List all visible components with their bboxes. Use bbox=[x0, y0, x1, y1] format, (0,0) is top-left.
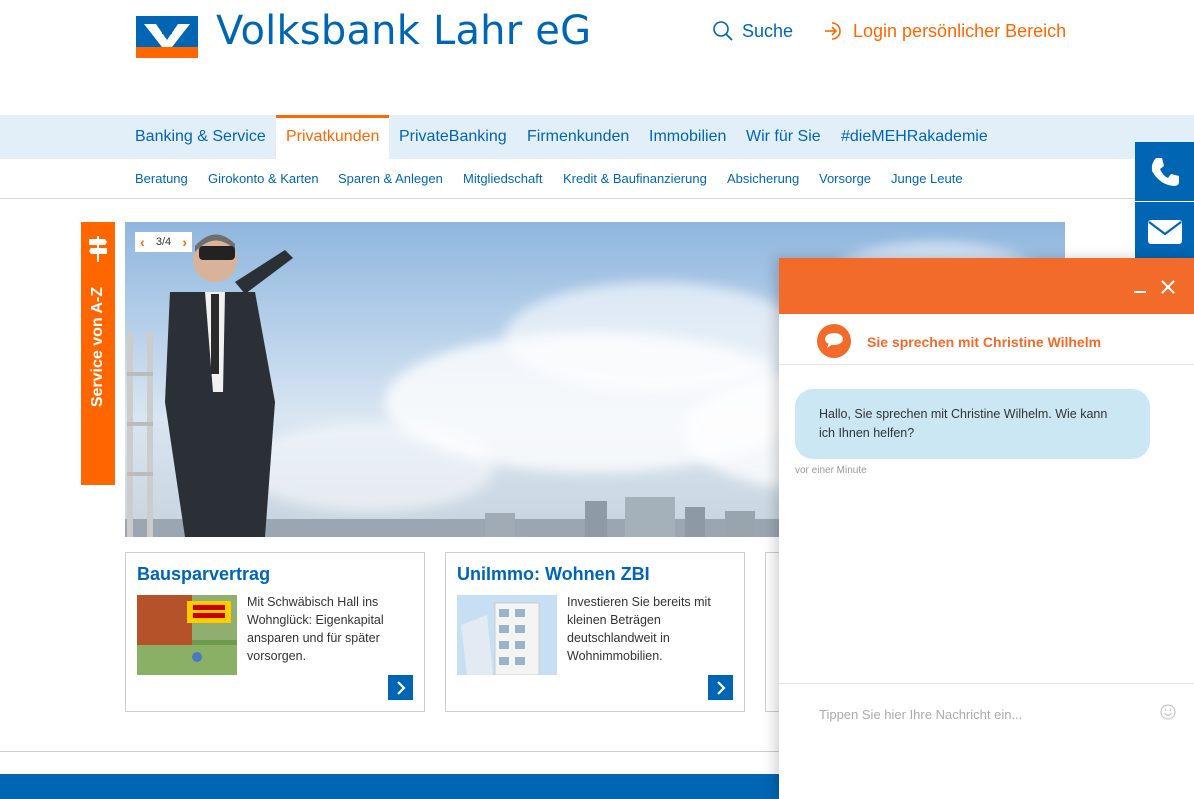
service-az-tab[interactable]: Service von A-Z bbox=[81, 222, 115, 485]
brand-name[interactable]: Volksbank Lahr eG bbox=[216, 8, 591, 54]
site-header: Volksbank Lahr eG Suche Login persönlich… bbox=[0, 0, 1194, 115]
subnav-item-vorsorge[interactable]: Vorsorge bbox=[819, 171, 871, 186]
subnav-item-junge-leute[interactable]: Junge Leute bbox=[891, 171, 963, 186]
businessman-image bbox=[127, 234, 293, 537]
minimize-icon[interactable] bbox=[1133, 280, 1147, 294]
nav-item-banking-service[interactable]: Banking & Service bbox=[125, 115, 276, 159]
slider-counter: 3/4 bbox=[155, 236, 172, 248]
subnav-item-kredit[interactable]: Kredit & Baufinanzierung bbox=[563, 171, 707, 186]
search-link[interactable]: Suche bbox=[712, 20, 793, 42]
mail-icon bbox=[1147, 219, 1182, 244]
search-icon bbox=[713, 21, 733, 41]
nav-item-diemehrakademie[interactable]: #dieMEHRakademie bbox=[831, 115, 998, 159]
nav-item-privatebanking[interactable]: PrivateBanking bbox=[389, 115, 517, 159]
chevron-right-icon[interactable]: › bbox=[182, 234, 187, 250]
subnav-item-mitgliedschaft[interactable]: Mitgliedschaft bbox=[463, 171, 542, 186]
chat-message-bubble: Hallo, Sie sprechen mit Christine Wilhel… bbox=[795, 389, 1150, 459]
card-image bbox=[457, 595, 557, 675]
chat-input-area bbox=[779, 683, 1194, 799]
sub-navigation: Beratung Girokonto & Karten Sparen & Anl… bbox=[0, 159, 1194, 199]
login-link[interactable]: Login persönlicher Bereich bbox=[823, 20, 1066, 42]
login-label: Login persönlicher Bereich bbox=[853, 20, 1067, 41]
main-navigation: Banking & Service Privatkunden PrivateBa… bbox=[0, 115, 1194, 159]
chevron-right-icon bbox=[716, 680, 726, 695]
mail-button[interactable] bbox=[1135, 202, 1194, 261]
subnav-item-beratung[interactable]: Beratung bbox=[135, 171, 188, 186]
nav-item-wir-fuer-sie[interactable]: Wir für Sie bbox=[736, 115, 831, 159]
agent-title: Sie sprechen mit Christine Wilhelm bbox=[867, 334, 1102, 350]
close-icon[interactable] bbox=[1161, 280, 1175, 294]
subnav-item-girokonto[interactable]: Girokonto & Karten bbox=[208, 171, 319, 186]
card-text: Mit Schwäbisch Hall ins Wohnglück: Eigen… bbox=[247, 595, 384, 663]
subnav-item-absicherung[interactable]: Absicherung bbox=[727, 171, 799, 186]
card-text: Investieren Sie bereits mit kleinen Betr… bbox=[567, 595, 711, 663]
nav-item-firmenkunden[interactable]: Firmenkunden bbox=[517, 115, 639, 159]
chevron-left-icon[interactable]: ‹ bbox=[140, 234, 145, 250]
card-title[interactable]: UniImmo: Wohnen ZBI bbox=[457, 564, 650, 585]
chevron-right-icon bbox=[396, 680, 406, 695]
login-icon bbox=[825, 22, 841, 40]
chat-widget: Sie sprechen mit Christine Wilhelm Hallo… bbox=[779, 258, 1194, 799]
card-image bbox=[137, 595, 237, 675]
slider-pager: ‹ 3/4 › bbox=[135, 232, 192, 252]
nav-item-privatkunden[interactable]: Privatkunden bbox=[276, 115, 390, 159]
nav-item-immobilien[interactable]: Immobilien bbox=[639, 115, 736, 159]
chat-bubble-icon bbox=[825, 333, 843, 348]
card-arrow-button[interactable] bbox=[708, 675, 733, 700]
agent-avatar bbox=[817, 324, 851, 358]
phone-button[interactable] bbox=[1135, 142, 1194, 201]
subnav-item-sparen[interactable]: Sparen & Anlegen bbox=[338, 171, 443, 186]
chat-message-input[interactable] bbox=[819, 704, 1139, 724]
chat-message-time: vor einer Minute bbox=[795, 465, 867, 476]
search-label: Suche bbox=[742, 20, 794, 41]
teaser-card-bausparvertrag[interactable]: Bausparvertrag Mit Schwäbisch Hall ins W… bbox=[125, 552, 425, 712]
card-arrow-button[interactable] bbox=[388, 675, 413, 700]
teaser-card-uniimmo[interactable]: UniImmo: Wohnen ZBI Investieren Sie bere… bbox=[445, 552, 745, 712]
emoji-icon[interactable] bbox=[1160, 704, 1176, 720]
chat-header bbox=[779, 258, 1194, 314]
card-title[interactable]: Bausparvertrag bbox=[137, 564, 270, 585]
chat-agent-row: Sie sprechen mit Christine Wilhelm bbox=[779, 314, 1194, 365]
volksbank-logo[interactable] bbox=[136, 16, 198, 58]
service-az-label: Service von A-Z bbox=[89, 286, 106, 408]
phone-icon bbox=[1151, 157, 1179, 186]
